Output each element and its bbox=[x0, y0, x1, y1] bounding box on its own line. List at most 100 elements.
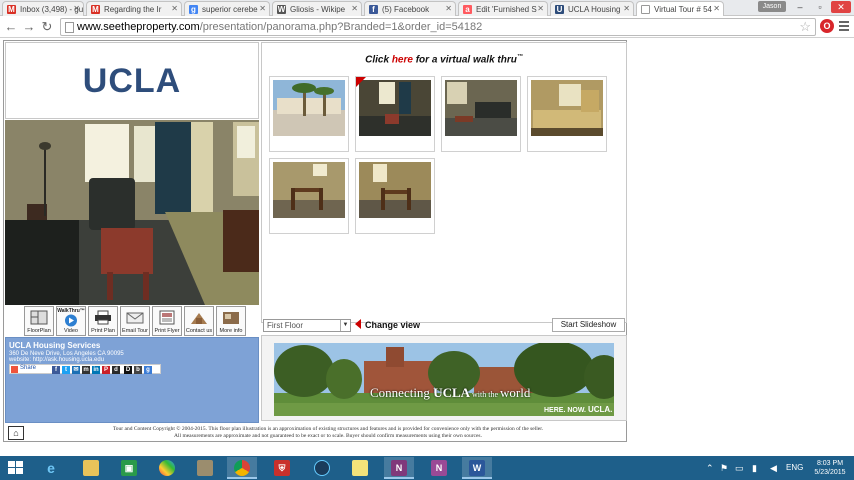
taskbar-media[interactable] bbox=[307, 457, 337, 479]
taskbar-app5[interactable] bbox=[190, 457, 220, 479]
digg-share-icon[interactable]: d bbox=[112, 366, 120, 374]
tab-ucla-housing[interactable]: U UCLA Housing ✕ bbox=[550, 1, 634, 16]
taskbar-security[interactable]: ⛨ bbox=[267, 457, 297, 479]
action-center-icon[interactable]: ⚑ bbox=[720, 463, 728, 474]
tab-search[interactable]: g superior cerebe ✕ bbox=[184, 1, 270, 16]
main-photo[interactable] bbox=[5, 120, 259, 305]
org-name: UCLA Housing Services bbox=[9, 341, 101, 350]
page-icon bbox=[641, 5, 650, 14]
share-bar: Share f t ✉ m in P d D b g bbox=[9, 364, 161, 374]
tab-regarding[interactable]: M Regarding the Ir ✕ bbox=[86, 1, 182, 16]
floor-select[interactable]: First Floor ▼ bbox=[263, 319, 351, 332]
picasa-icon bbox=[159, 460, 175, 476]
blogger-share-icon[interactable]: b bbox=[134, 366, 142, 374]
print-flyer-button[interactable]: Print Flyer bbox=[152, 306, 182, 336]
back-icon[interactable]: ← bbox=[3, 19, 19, 35]
linkedin-share-icon[interactable]: in bbox=[92, 366, 100, 374]
taskbar-word[interactable]: W bbox=[462, 457, 492, 479]
address-bar[interactable]: www.seetheproperty.com/presentation/pano… bbox=[60, 18, 816, 36]
start-slideshow-button[interactable]: Start Slideshow bbox=[552, 318, 625, 332]
thumbnail-lounge[interactable] bbox=[441, 76, 521, 152]
print-plan-button[interactable]: Print Plan bbox=[88, 306, 118, 336]
dropdown-arrow-icon[interactable]: ▼ bbox=[340, 320, 350, 331]
reload-icon[interactable]: ↻ bbox=[39, 19, 55, 35]
close-icon[interactable]: ✕ bbox=[623, 4, 630, 13]
twitter-share-icon[interactable]: t bbox=[62, 366, 70, 374]
footer-line-2: All measurements are approximate and not… bbox=[174, 433, 482, 439]
thumbnail-exterior[interactable] bbox=[269, 76, 349, 152]
taskbar-onenote[interactable]: N bbox=[384, 457, 414, 479]
close-icon[interactable]: ✕ bbox=[445, 4, 452, 13]
tab-label: superior cerebe bbox=[202, 5, 258, 14]
website-link[interactable]: website: http://ask.housing.ucla.edu bbox=[9, 357, 104, 363]
tab-wikipedia[interactable]: W Gliosis - Wikipe ✕ bbox=[272, 1, 362, 16]
close-icon[interactable]: ✕ bbox=[351, 4, 358, 13]
email-tour-button[interactable]: Email Tour bbox=[120, 306, 150, 336]
tab-virtual-tour[interactable]: Virtual Tour # 54 ✕ bbox=[636, 1, 724, 16]
taskbar-chrome[interactable] bbox=[227, 457, 257, 479]
volume-icon[interactable]: ◀ bbox=[770, 463, 777, 474]
video-button[interactable]: WalkThru™ Video bbox=[56, 306, 86, 336]
tagline-part-d: world bbox=[500, 385, 531, 400]
thumbnail-kitchen[interactable] bbox=[527, 76, 607, 152]
onenote-2-icon: N bbox=[431, 460, 447, 476]
windows-start-icon[interactable] bbox=[8, 461, 24, 475]
google-share-icon[interactable]: g bbox=[144, 366, 152, 374]
chrome-menu-icon[interactable] bbox=[838, 19, 850, 33]
minimize-icon[interactable]: – bbox=[790, 1, 810, 13]
window-close-icon[interactable]: ✕ bbox=[831, 1, 851, 13]
close-icon[interactable]: ✕ bbox=[713, 4, 720, 13]
url-text: www.seetheproperty.com/presentation/pano… bbox=[77, 21, 482, 33]
tool-label: More info bbox=[219, 328, 243, 334]
tab-airbnb[interactable]: a Edit 'Furnished S ✕ bbox=[458, 1, 548, 16]
close-icon[interactable]: ✕ bbox=[73, 4, 80, 13]
tool-label: Video bbox=[64, 328, 78, 334]
floorplan-button[interactable]: FloorPlan bbox=[24, 306, 54, 336]
maximize-icon[interactable]: ▫ bbox=[810, 1, 830, 13]
taskbar-explorer[interactable] bbox=[76, 457, 106, 479]
share-label[interactable]: Share bbox=[20, 365, 36, 371]
facebook-share-icon[interactable]: f bbox=[52, 366, 60, 374]
more-info-button[interactable]: More info bbox=[216, 306, 246, 336]
tab-inbox[interactable]: M Inbox (3,498) - gu ✕ bbox=[2, 1, 84, 16]
taskbar-picasa[interactable] bbox=[152, 457, 182, 479]
thumbnail-dining-1[interactable] bbox=[269, 158, 349, 234]
kitchen-photo bbox=[531, 80, 603, 136]
delicious-share-icon[interactable]: D bbox=[124, 366, 132, 374]
taskbar-ie[interactable]: e bbox=[36, 457, 66, 479]
change-view-label[interactable]: Change view bbox=[355, 319, 420, 330]
pinterest-share-icon[interactable]: P bbox=[102, 366, 110, 374]
forward-icon[interactable]: → bbox=[21, 19, 37, 35]
system-clock[interactable]: 8:03 PM 5/23/2015 bbox=[810, 459, 850, 477]
internet-explorer-icon: e bbox=[47, 460, 55, 476]
taskbar-onenote-2[interactable]: N bbox=[424, 457, 454, 479]
ucla-banner[interactable]: Connecting UCLA with the world HERE. NOW… bbox=[274, 343, 614, 416]
tray-up-arrow-icon[interactable]: ⌃ bbox=[706, 463, 714, 474]
exterior-photo bbox=[273, 80, 345, 136]
battery-icon[interactable]: ▭ bbox=[735, 463, 744, 474]
url-path: /presentation/panorama.php?Branded=1&ord… bbox=[199, 21, 483, 33]
share-icon[interactable] bbox=[11, 366, 18, 373]
close-icon[interactable]: ✕ bbox=[171, 4, 178, 13]
floorplan-icon bbox=[30, 310, 48, 325]
close-icon[interactable]: ✕ bbox=[259, 4, 266, 13]
taskbar-notes[interactable] bbox=[345, 457, 375, 479]
printer-icon bbox=[95, 310, 111, 325]
tour-frame: UCLA FloorPlan WalkThru™ Video Print Pla… bbox=[3, 40, 627, 442]
email-share-icon[interactable]: ✉ bbox=[72, 366, 80, 374]
thumbnail-dining-2[interactable] bbox=[355, 158, 435, 234]
close-icon[interactable]: ✕ bbox=[537, 4, 544, 13]
contact-us-button[interactable]: Contact us bbox=[184, 306, 214, 336]
opera-extension-icon[interactable]: O bbox=[820, 19, 834, 33]
profile-button[interactable]: Jason bbox=[758, 1, 786, 12]
myspace-share-icon[interactable]: m bbox=[82, 366, 90, 374]
input-language[interactable]: ENG bbox=[786, 463, 803, 472]
here-link[interactable]: here bbox=[392, 54, 413, 65]
page-icon bbox=[65, 22, 74, 33]
taskbar-store[interactable]: ▣ bbox=[114, 457, 144, 479]
bookmark-star-icon[interactable]: ☆ bbox=[799, 19, 811, 35]
thumbnail-living-room[interactable] bbox=[355, 76, 435, 152]
tab-facebook[interactable]: f (5) Facebook ✕ bbox=[364, 1, 456, 16]
word-icon: W bbox=[469, 460, 485, 476]
wifi-signal-icon[interactable]: ▮ bbox=[752, 463, 757, 474]
